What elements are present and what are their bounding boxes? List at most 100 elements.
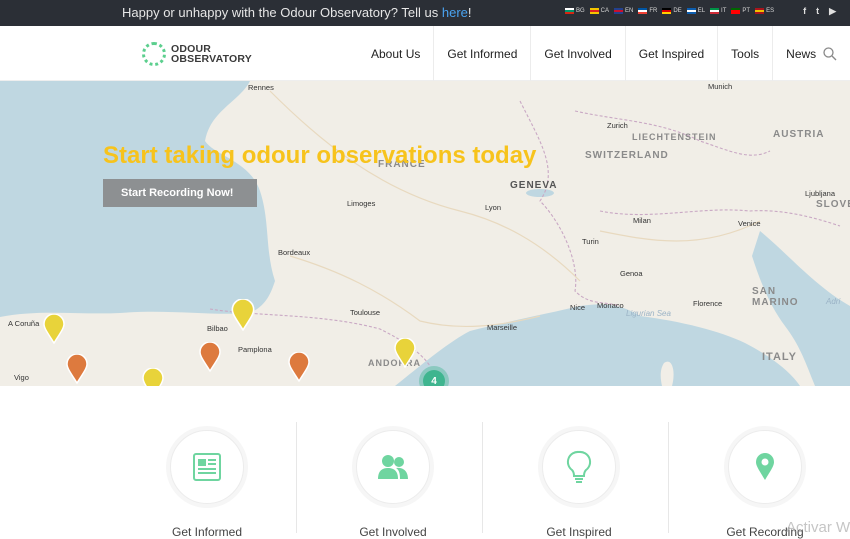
map-label-city: Munich [708,82,733,91]
map-label-city: Limoges [347,199,376,208]
language-option-fr[interactable]: FR [638,8,657,14]
flag-icon [589,8,599,14]
os-activation-watermark: Activar W [786,519,850,536]
observation-pin-orange[interactable] [66,354,88,384]
language-code: BG [576,8,585,14]
language-code: PT [742,8,751,14]
language-option-ca[interactable]: CA [589,8,610,14]
flag-icon [755,8,765,14]
map-label-city: Nice [570,303,586,312]
nav-news[interactable]: News [773,26,829,81]
language-option-en[interactable]: EN [614,8,633,14]
map-label-country: GENEVA [510,180,558,191]
main-nav: About Us Get Informed Get Involved Get I… [358,26,829,81]
flag-icon [662,8,672,14]
observation-pin-orange[interactable] [199,342,221,372]
nav-get-inspired[interactable]: Get Inspired [626,26,719,81]
cluster-count: 4 [423,370,445,386]
language-code: ES [766,8,775,14]
language-code: DE [673,8,682,14]
observation-pin-yellow[interactable] [142,368,164,386]
feature-divider [296,422,297,533]
language-code: FR [649,8,658,14]
flag-icon [686,8,696,14]
language-code: CA [600,8,610,14]
observation-map[interactable]: Rennes Munich Zurich Limoges Lyon Bordea… [0,81,850,386]
map-label-city: Rennes [248,83,274,92]
facebook-icon[interactable]: f [803,6,806,17]
feature-divider [482,422,483,533]
map-label-city: Ljubljana [805,189,836,198]
map-label-city: Bordeaux [278,248,311,257]
feature-label: Get Involved [359,525,427,539]
features-section: Get Informed Get Involved Get Inspired G… [0,386,850,539]
map-label-city: Marseille [487,323,518,332]
feature-divider [668,422,669,533]
map-background [0,81,850,386]
flag-icon [731,8,741,14]
lightbulb-icon [566,450,592,483]
language-option-de[interactable]: DE [662,8,682,14]
observation-pin-yellow[interactable] [394,338,416,368]
search-icon[interactable] [822,46,838,62]
nav-get-informed[interactable]: Get Informed [434,26,532,81]
language-option-it[interactable]: IT [710,8,726,14]
logo-line-2: OBSERVATORY [171,53,252,65]
map-label-country: SWITZERLAND [585,150,669,161]
map-label-city: Turin [582,237,599,246]
observation-pin-orange[interactable] [288,352,310,382]
feature-get-informed[interactable]: Get Informed [114,420,300,539]
observation-pin-yellow[interactable] [231,299,255,331]
top-announcement-bar: Happy or unhappy with the Odour Observat… [0,0,850,26]
feedback-message: Happy or unhappy with the Odour Observat… [122,5,472,20]
language-option-el[interactable]: EL [686,8,706,14]
map-label-city: Toulouse [350,308,381,317]
feature-label: Get Inspired [546,525,612,539]
map-label-city: Genoa [620,269,643,278]
map-label-country: SLOVE [816,199,850,210]
users-icon [378,455,408,479]
flag-icon [565,8,574,14]
site-header: ODOUR OBSERVATORY About Us Get Informed … [0,26,850,81]
map-label-city: A Coruña [8,319,40,328]
feature-get-involved[interactable]: Get Involved [300,420,486,539]
twitter-icon[interactable]: t [816,6,819,17]
newspaper-icon [193,453,221,481]
nav-tools[interactable]: Tools [718,26,774,81]
flag-icon [614,8,624,14]
language-option-es[interactable]: ES [755,8,774,14]
feature-get-inspired[interactable]: Get Inspired [486,420,672,539]
map-label-country: LIECHTENSTEIN [632,132,717,142]
start-recording-button[interactable]: Start Recording Now! [103,179,257,207]
site-logo[interactable]: ODOUR OBSERVATORY [142,42,252,66]
map-label-sea: Adri [826,297,841,306]
map-label-country: ITALY [762,351,797,363]
language-switcher: BG CA EN FR DE EL IT PT ES [565,8,774,14]
nav-about-us[interactable]: About Us [358,26,435,81]
map-label-country: SAN MARINO [752,286,799,308]
feature-label: Get Informed [171,525,243,539]
map-label-city: Monaco [597,301,624,310]
language-code: IT [721,8,727,14]
nav-get-involved[interactable]: Get Involved [531,26,626,81]
map-label-city: Vigo [14,373,29,382]
map-label-city: Pamplona [238,345,272,354]
language-option-pt[interactable]: PT [731,8,750,14]
language-code: EL [697,8,706,14]
map-label-city: Florence [693,299,723,308]
map-marker-icon [756,453,774,480]
hero-title: Start taking odour observations today [103,142,537,169]
map-label-city: Bilbao [207,324,228,333]
flag-icon [638,8,648,14]
map-label-city: Venice [738,219,761,228]
youtube-icon[interactable]: ▶ [829,6,836,17]
map-label-country: AUSTRIA [773,129,825,140]
observation-pin-yellow[interactable] [43,314,65,344]
logo-mark-icon [142,42,166,66]
feedback-link[interactable]: here [442,5,468,20]
flag-icon [710,8,720,14]
social-links: f t ▶ [803,6,836,17]
map-label-city: Milan [633,216,651,225]
language-option-bg[interactable]: BG [565,8,585,14]
language-code: EN [625,8,634,14]
